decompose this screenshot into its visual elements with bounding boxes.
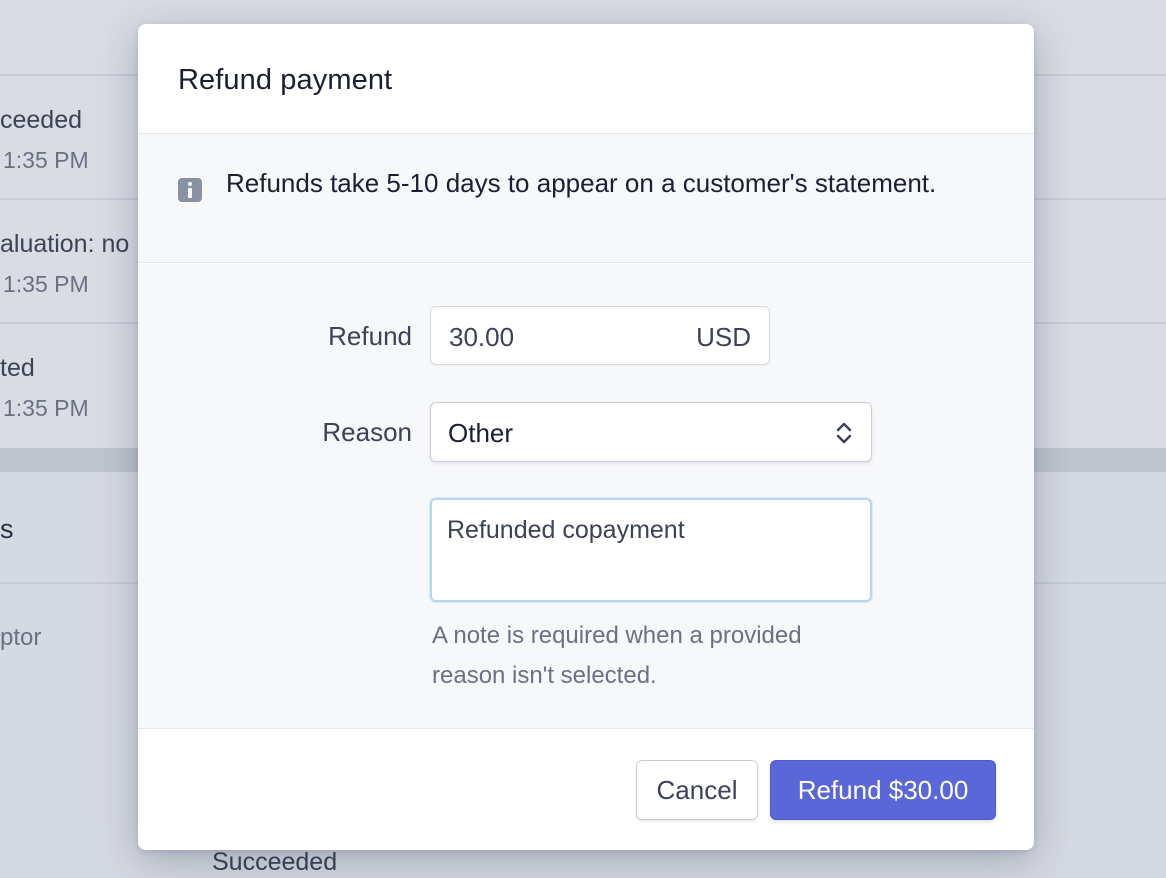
background-status: Succeeded <box>212 848 338 876</box>
cancel-button[interactable]: Cancel <box>636 760 758 820</box>
currency-label: USD <box>696 322 751 352</box>
chevron-up-down-icon <box>836 422 852 444</box>
refund-amount-input[interactable]: 30.00 USD <box>430 306 770 365</box>
background-row-status: ted <box>0 354 35 382</box>
reason-select[interactable]: Other <box>430 402 872 462</box>
refund-payment-modal: Refund payment Refunds take 5-10 days to… <box>138 24 1034 850</box>
refund-submit-button[interactable]: Refund $30.00 <box>770 760 996 820</box>
info-icon <box>178 178 202 202</box>
reason-select-value: Other <box>448 418 514 448</box>
background-row-status: ceeded <box>0 106 83 134</box>
background-row-time: 1:35 PM <box>3 395 89 421</box>
refund-note-textarea[interactable]: Refunded copayment <box>430 498 872 602</box>
refund-note-value: Refunded copayment <box>447 516 685 544</box>
modal-header: Refund payment <box>138 24 1034 134</box>
background-row-status: aluation: no <box>0 230 130 258</box>
note-hint: A note is required when a provided reaso… <box>432 622 802 689</box>
background-section-heading: s <box>0 514 14 544</box>
refund-form: Refund 30.00 USD Reason Other Refunded c… <box>138 264 1034 729</box>
background-section-item: ptor <box>0 624 42 651</box>
modal-footer: Cancel Refund $30.00 <box>138 730 1034 850</box>
refund-notice: Refunds take 5-10 days to appear on a cu… <box>138 134 1034 263</box>
refund-amount-value: 30.00 <box>449 322 515 352</box>
background-row-time: 1:35 PM <box>3 271 89 297</box>
reason-label: Reason <box>322 417 412 447</box>
refund-label: Refund <box>328 321 412 351</box>
modal-title: Refund payment <box>178 64 393 96</box>
background-row-time: 1:35 PM <box>3 147 89 173</box>
notice-text: Refunds take 5-10 days to appear on a cu… <box>226 168 937 198</box>
